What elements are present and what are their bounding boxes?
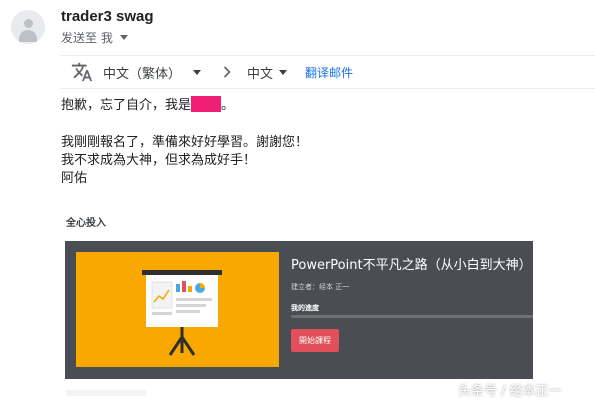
chevron-down-icon xyxy=(193,69,202,75)
header-divider xyxy=(61,55,595,56)
message-line: 抱歉，忘了自介，我是 。 xyxy=(61,96,308,115)
target-language-label: 中文 xyxy=(247,66,274,82)
recipient-details-toggle[interactable]: 发送至 我 xyxy=(61,29,128,46)
translate-bar: 中文（繁体） 中文 翻译邮件 xyxy=(61,58,595,86)
translate-icon xyxy=(71,62,93,82)
translate-divider xyxy=(61,88,595,89)
faded-footer-row xyxy=(66,390,146,396)
source-language-label: 中文（繁体） xyxy=(103,66,182,82)
avatar-person-icon xyxy=(24,19,33,28)
message-signature: 阿佑 xyxy=(61,171,88,186)
message-intro: 抱歉，忘了自介，我是 xyxy=(61,98,192,113)
recipient-text: 发送至 我 xyxy=(61,31,113,45)
chevron-down-icon xyxy=(279,69,288,75)
message-body: 抱歉，忘了自介，我是 。 我剛剛報名了，準備來好好學習。謝謝您！ 我不求成為大神，… xyxy=(61,96,308,188)
sender-name: trader3 swag xyxy=(61,8,154,25)
chevron-right-icon xyxy=(223,66,231,78)
watermark: 头条号 / 经本正一 xyxy=(458,384,562,399)
start-course-button[interactable]: 開始課程 xyxy=(291,329,339,352)
redacted-name xyxy=(191,96,222,112)
progress-bar xyxy=(291,315,533,318)
sender-avatar[interactable] xyxy=(11,10,45,44)
chevron-down-icon xyxy=(119,35,128,40)
message-intro-end: 。 xyxy=(221,98,235,113)
message-line: 我不求成為大神，但求為成好手！ xyxy=(61,153,257,168)
course-card[interactable]: PowerPoint不平凡之路（从小白到大神） 建立者：经本 正一 我的進度 開… xyxy=(65,241,533,379)
target-language-select[interactable]: 中文 xyxy=(247,63,288,82)
source-language-select[interactable]: 中文（繁体） xyxy=(103,63,202,82)
avatar-person-body xyxy=(19,30,37,42)
course-title[interactable]: PowerPoint不平凡之路（从小白到大神） xyxy=(291,254,532,273)
progress-label: 我的進度 xyxy=(291,304,319,312)
course-creator: 建立者：经本 正一 xyxy=(291,283,350,291)
course-thumbnail[interactable] xyxy=(76,252,279,367)
message-line: 我剛剛報名了，準備來好好學習。謝謝您！ xyxy=(61,135,309,150)
translate-message-link[interactable]: 翻译邮件 xyxy=(305,64,353,81)
card-heading: 全心投入 xyxy=(66,218,106,229)
presentation-board-icon xyxy=(142,270,222,356)
